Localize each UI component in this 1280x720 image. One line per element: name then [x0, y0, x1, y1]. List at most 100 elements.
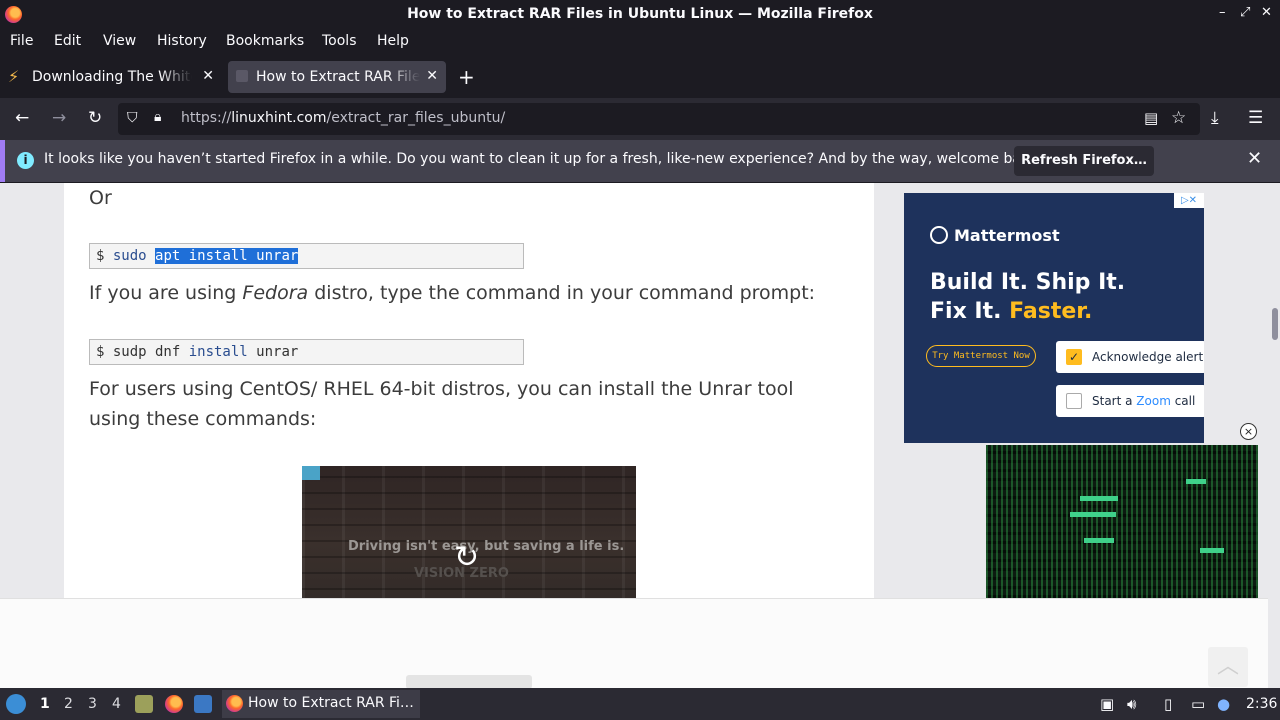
notification-bar: i It looks like you haven’t started Fire…: [0, 140, 1280, 182]
firefox-launcher-icon[interactable]: [165, 695, 183, 713]
menu-bar: File Edit View History Bookmarks Tools H…: [0, 29, 1280, 55]
scrollbar-thumb[interactable]: [1272, 308, 1278, 340]
taskbar: 1 2 3 4 How to Extract RAR Fi… ▣ 🔊︎ ▯ ▭ …: [0, 688, 1280, 720]
code-block-apt[interactable]: $ sudo apt install unrar: [89, 243, 524, 269]
article-body: Or $ sudo apt install unrar If you are u…: [64, 183, 874, 654]
ad-card-text: call: [1170, 394, 1196, 408]
placeholder-button: [406, 675, 532, 688]
downloads-icon[interactable]: ⤓: [1211, 108, 1219, 128]
url-path: /extract_rar_files_ubuntu/: [326, 110, 506, 126]
code-text: unrar: [247, 344, 299, 360]
lightning-favicon-icon: ⚡: [8, 67, 20, 86]
video-ad-bar: [1070, 512, 1116, 517]
video-caption: Driving isn't easy, but saving a life is…: [348, 539, 625, 554]
linuxhint-favicon-icon: [236, 70, 248, 82]
video-ad-bar: [1200, 548, 1224, 553]
close-window-button[interactable]: ✕: [1261, 5, 1272, 20]
menu-bookmarks[interactable]: Bookmarks: [226, 33, 304, 49]
scroll-to-top-button[interactable]: ︿: [1208, 647, 1248, 687]
workspace-4[interactable]: 4: [112, 696, 121, 712]
video-ad-frame: [986, 445, 1258, 598]
ad-headline-highlight: Faster.: [1009, 299, 1093, 324]
ad-headline-text: Fix It.: [930, 299, 1010, 324]
notification-message: It looks like you haven’t started Firefo…: [44, 151, 1043, 167]
tab-label: How to Extract RAR Files in Ubuntu Linux: [256, 69, 420, 85]
tracking-shield-icon[interactable]: ⛉: [127, 110, 138, 126]
video-ad-bar: [1186, 479, 1206, 484]
refresh-firefox-button[interactable]: Refresh Firefox…: [1014, 146, 1154, 176]
centos-paragraph: For users using CentOS/ RHEL 64-bit dist…: [89, 378, 794, 430]
code-prompt: $: [96, 248, 113, 264]
back-button[interactable]: ←: [15, 108, 29, 128]
notification-close-icon[interactable]: ✕: [1247, 148, 1262, 169]
code-block-dnf[interactable]: $ sudp dnf install unrar: [89, 339, 524, 365]
tab-close-icon[interactable]: ✕: [202, 68, 214, 84]
url-text[interactable]: https://linuxhint.com/extract_rar_files_…: [181, 110, 505, 126]
menu-file[interactable]: File: [10, 33, 33, 49]
new-tab-button[interactable]: +: [458, 65, 475, 89]
adchoices-icon[interactable]: ▷✕: [1174, 193, 1204, 208]
video-ad-bar: [1080, 496, 1118, 501]
volume-tray-icon[interactable]: 🔊︎: [1127, 695, 1136, 713]
fedora-text-a: If you are using: [89, 282, 243, 304]
bookmark-star-icon[interactable]: ☆: [1171, 108, 1186, 128]
ad-card-zoom-text: Zoom: [1136, 394, 1171, 408]
tab-strip: ⚡ Downloading The White House ✕ How to E…: [0, 57, 1280, 97]
ad-close-icon[interactable]: ×: [1240, 423, 1257, 440]
ad-card-zoom: Start a Zoom call: [1056, 385, 1204, 417]
ad-headline: Build It. Ship It. Fix It. Faster.: [930, 268, 1125, 326]
empty-checkbox-icon: [1066, 393, 1082, 409]
video-ad-bar: [1084, 538, 1114, 543]
ad-card-text: Start a: [1092, 394, 1137, 408]
mattermost-ad[interactable]: ▷✕ Mattermost Build It. Ship It. Fix It.…: [904, 193, 1204, 443]
start-menu-icon[interactable]: [6, 694, 26, 714]
menu-edit[interactable]: Edit: [54, 33, 81, 49]
window-titlebar: How to Extract RAR Files in Ubuntu Linux…: [0, 0, 1280, 29]
tab-downloading-white-house[interactable]: ⚡ Downloading The White House ✕: [0, 61, 222, 93]
taskbar-firefox-window[interactable]: How to Extract RAR Fi…: [222, 690, 420, 718]
file-manager-icon[interactable]: [135, 695, 153, 713]
info-icon: i: [17, 152, 34, 169]
code-keyword: install: [188, 344, 248, 360]
tab-close-icon[interactable]: ✕: [426, 68, 438, 84]
menu-view[interactable]: View: [103, 33, 136, 49]
files-tray-icon[interactable]: ▯: [1164, 695, 1172, 713]
page-scrollbar[interactable]: [1268, 183, 1280, 688]
fedora-paragraph: If you are using Fedora distro, type the…: [89, 278, 815, 308]
menu-history[interactable]: History: [157, 33, 207, 49]
lock-icon[interactable]: 🔒︎: [154, 109, 161, 125]
display-tray-icon[interactable]: ▭: [1191, 695, 1205, 713]
video-ad-thumbnail[interactable]: [986, 445, 1258, 598]
app-menu-icon[interactable]: ☰: [1248, 108, 1263, 128]
menu-tools[interactable]: Tools: [322, 33, 357, 49]
tab-label: Downloading The White House: [32, 69, 192, 85]
or-text: Or: [89, 187, 112, 209]
workspace-2[interactable]: 2: [64, 696, 73, 712]
workspace-1[interactable]: 1: [40, 696, 50, 712]
workspace-3[interactable]: 3: [88, 696, 97, 712]
reload-button[interactable]: ↻: [88, 108, 102, 128]
navigation-bar: ← → ↻ ⛉ 🔒︎ https://linuxhint.com/extract…: [0, 98, 1280, 140]
terminal-launcher-icon[interactable]: [194, 695, 212, 713]
lower-page-band: [0, 598, 1280, 688]
menu-help[interactable]: Help: [377, 33, 409, 49]
ad-headline-line1: Build It. Ship It.: [930, 270, 1126, 295]
code-command: sudo: [112, 248, 147, 264]
minimize-button[interactable]: –: [1219, 5, 1226, 20]
maximize-button[interactable]: ⤢: [1240, 5, 1250, 20]
window-title: How to Extract RAR Files in Ubuntu Linux…: [407, 6, 873, 22]
replay-icon[interactable]: ↻: [454, 540, 479, 575]
forward-button[interactable]: →: [52, 108, 66, 128]
tab-extract-rar[interactable]: How to Extract RAR Files in Ubuntu Linux…: [228, 61, 446, 93]
ad-cta-button[interactable]: Try Mattermost Now: [926, 345, 1036, 367]
ad-card-label: Acknowledge alert: [1092, 350, 1204, 364]
code-selected-text: apt install unrar: [155, 248, 299, 264]
reader-view-icon[interactable]: ▤: [1144, 109, 1158, 127]
notification-tray-icon[interactable]: ●: [1217, 695, 1230, 713]
ad-headline-line2: Fix It. Faster.: [930, 297, 1125, 326]
task-label: How to Extract RAR Fi…: [248, 695, 414, 711]
clipboard-tray-icon[interactable]: ▣: [1100, 695, 1114, 713]
url-domain: linuxhint.com: [231, 110, 327, 126]
fedora-emphasis: Fedora: [242, 282, 309, 304]
url-bar[interactable]: ⛉ 🔒︎ https://linuxhint.com/extract_rar_f…: [118, 103, 1200, 135]
